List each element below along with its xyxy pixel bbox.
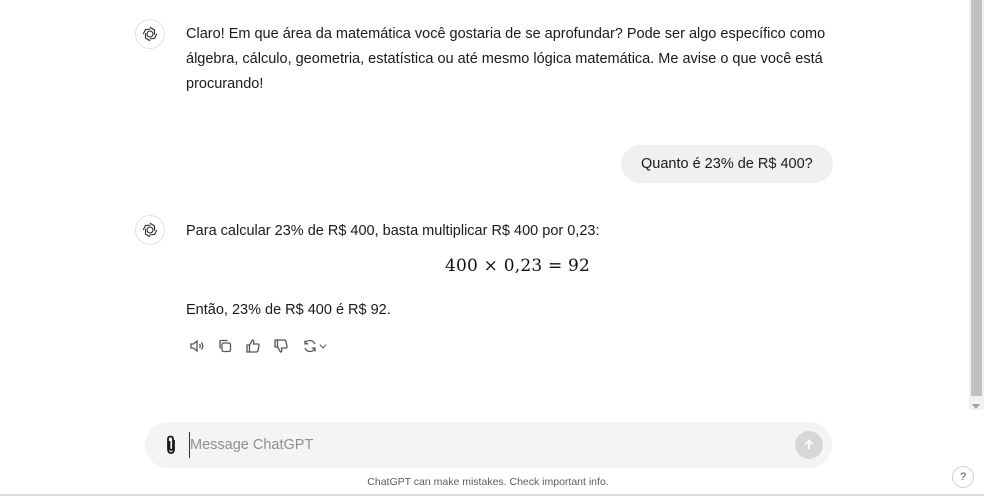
scrollbar-thumb[interactable] (971, 0, 982, 396)
math-equation: 400 × 0,23 = 92 (445, 256, 591, 276)
divider (0, 494, 984, 496)
help-button[interactable]: ? (952, 466, 974, 488)
regenerate-icon[interactable] (300, 337, 330, 355)
assistant-message-2-conclusion: Então, 23% de R$ 400 é R$ 92. (186, 302, 391, 318)
thumbs-down-icon[interactable] (272, 337, 290, 355)
assistant-avatar (135, 19, 165, 49)
arrow-up-icon (804, 439, 814, 450)
send-button[interactable] (795, 431, 823, 459)
chat-thread: Claro! Em que área da matemática você go… (0, 0, 968, 410)
assistant-message-2-intro: Para calcular 23% de R$ 400, basta multi… (186, 223, 600, 239)
scroll-down-arrow-icon[interactable] (972, 404, 980, 409)
assistant-message-1: Claro! Em que área da matemática você go… (186, 26, 826, 92)
openai-logo-icon (142, 222, 158, 238)
paperclip-icon[interactable] (161, 434, 181, 456)
message-composer (145, 422, 832, 468)
thumbs-up-icon[interactable] (244, 337, 262, 355)
disclaimer-text: ChatGPT can make mistakes. Check importa… (367, 476, 609, 488)
assistant-avatar (135, 215, 165, 245)
user-message-bubble: Quanto é 23% de R$ 400? (621, 145, 833, 183)
copy-icon[interactable] (216, 337, 234, 355)
openai-logo-icon (142, 26, 158, 42)
message-input[interactable] (189, 432, 780, 458)
message-actions (188, 337, 330, 355)
chevron-down-icon[interactable] (318, 341, 328, 351)
read-aloud-icon[interactable] (188, 337, 206, 355)
